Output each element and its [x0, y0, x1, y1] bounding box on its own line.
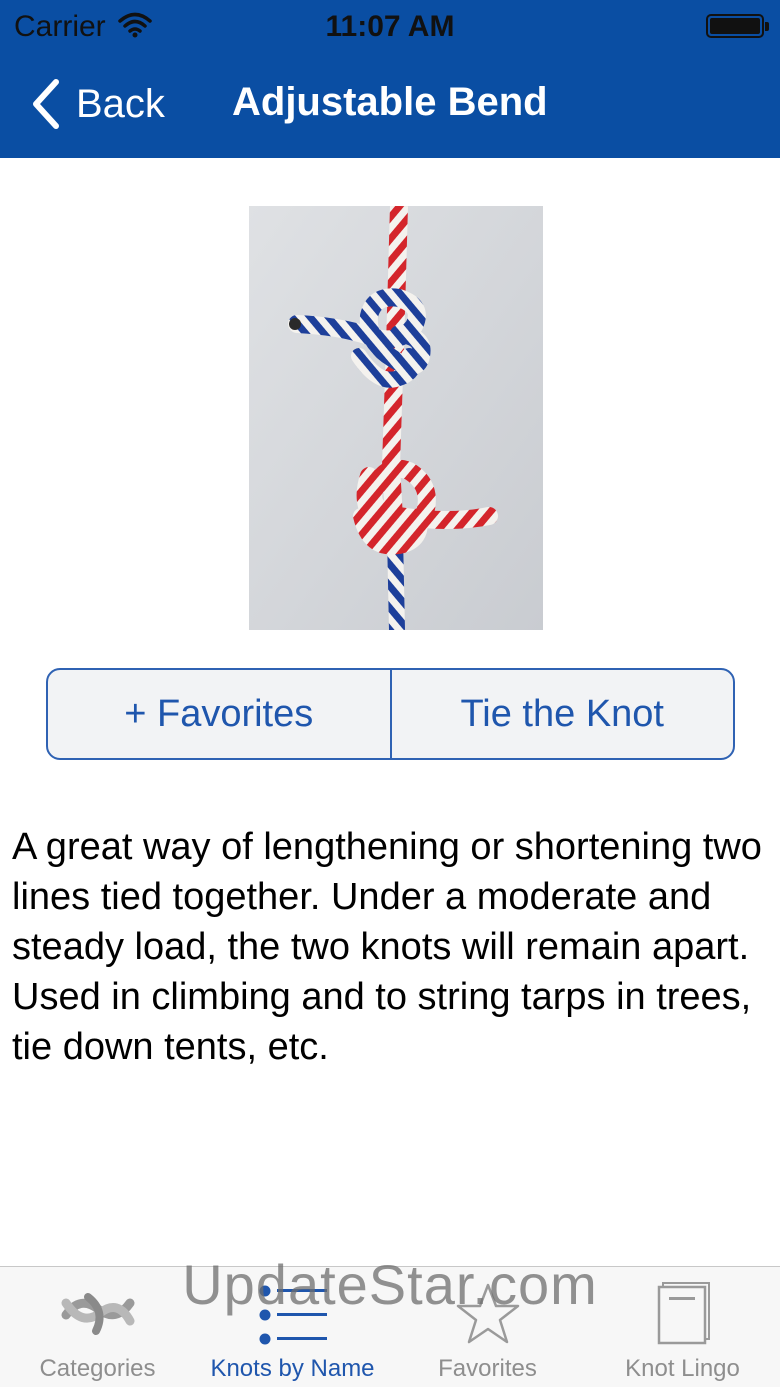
- tab-categories[interactable]: Categories: [0, 1267, 195, 1387]
- page-title: Adjustable Bend: [232, 80, 548, 124]
- tab-categories-label: Categories: [39, 1355, 156, 1382]
- tab-knots-by-name[interactable]: Knots by Name: [195, 1267, 390, 1387]
- nav-header: Carrier 11:07 AM Back Adjustable Bend: [0, 0, 780, 158]
- add-favorites-button[interactable]: + Favorites: [48, 670, 390, 758]
- list-icon: [259, 1285, 327, 1345]
- tie-the-knot-button[interactable]: Tie the Knot: [389, 670, 734, 758]
- status-bar: Carrier 11:07 AM: [0, 0, 780, 54]
- back-button-label: Back: [76, 81, 165, 126]
- tab-favorites-label: Favorites: [438, 1355, 537, 1382]
- knot-photo: [249, 206, 543, 630]
- battery-icon: [706, 14, 769, 38]
- tab-favorites[interactable]: Favorites: [390, 1267, 585, 1387]
- action-segment: + Favorites Tie the Knot: [46, 668, 735, 760]
- knot-description: A great way of lengthening or shortening…: [12, 826, 762, 1068]
- knot-icon: [61, 1293, 134, 1335]
- status-time: 11:07 AM: [325, 10, 455, 43]
- tab-knot-lingo[interactable]: Knot Lingo: [585, 1267, 780, 1387]
- tab-knots-by-name-label: Knots by Name: [210, 1355, 375, 1382]
- star-icon: [456, 1283, 519, 1344]
- tab-knot-lingo-label: Knot Lingo: [625, 1355, 740, 1382]
- chevron-left-icon: [33, 79, 59, 129]
- back-button[interactable]: Back: [28, 76, 165, 132]
- book-icon: [657, 1282, 710, 1345]
- tab-bar: Categories Knots by Name Favorites Knot …: [0, 1266, 780, 1387]
